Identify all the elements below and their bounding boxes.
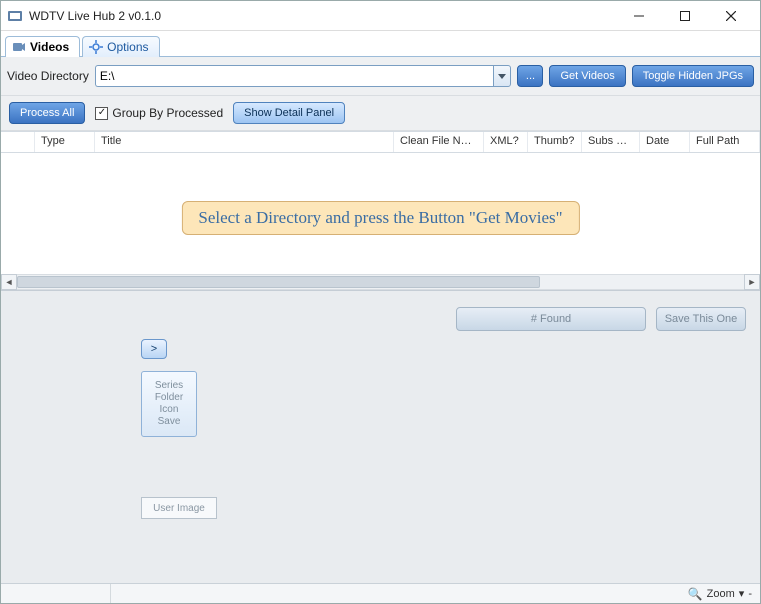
scroll-right-icon[interactable]: ► (744, 274, 760, 290)
process-all-button[interactable]: Process All (9, 102, 85, 124)
status-cell-1 (1, 584, 111, 603)
col-title[interactable]: Title (95, 132, 394, 152)
series-folder-icon-save-button[interactable]: Series Folder Icon Save (141, 371, 197, 437)
tab-options[interactable]: Options (82, 36, 159, 57)
combo-dropdown-button[interactable] (493, 65, 511, 87)
video-grid: Type Title Clean File Name XML? Thumb? S… (1, 131, 760, 291)
close-button[interactable] (708, 1, 754, 31)
app-icon (7, 8, 23, 24)
title-bar: WDTV Live Hub 2 v0.1.0 (1, 1, 760, 31)
toolbar-row: Process All ✓ Group By Processed Show De… (1, 96, 760, 131)
grid-placeholder-banner: Select a Directory and press the Button … (181, 201, 579, 235)
group-by-processed-label: Group By Processed (112, 106, 223, 120)
zoom-icon: 🔍 (688, 587, 703, 601)
zoom-dash: - (748, 588, 752, 600)
show-detail-panel-button[interactable]: Show Detail Panel (233, 102, 345, 124)
col-xml[interactable]: XML? (484, 132, 528, 152)
options-icon (89, 40, 103, 54)
tab-options-label: Options (107, 40, 148, 54)
tab-strip: Videos Options (1, 31, 760, 57)
grid-header: Type Title Clean File Name XML? Thumb? S… (1, 131, 760, 153)
col-full-path[interactable]: Full Path (690, 132, 760, 152)
video-directory-combo[interactable] (95, 65, 512, 87)
scroll-track[interactable] (17, 274, 744, 290)
scroll-thumb[interactable] (17, 276, 540, 288)
status-bar: 🔍 Zoom ▾ - (1, 583, 760, 603)
col-thumb[interactable]: Thumb? (528, 132, 582, 152)
zoom-control[interactable]: 🔍 Zoom ▾ - (680, 587, 760, 601)
col-date[interactable]: Date (640, 132, 690, 152)
minimize-button[interactable] (616, 1, 662, 31)
scroll-left-icon[interactable]: ◄ (1, 274, 17, 290)
group-by-processed-checkbox[interactable]: ✓ Group By Processed (95, 106, 223, 120)
col-clean-file-name[interactable]: Clean File Name (394, 132, 484, 152)
col-subs[interactable]: Subs Pr... (582, 132, 640, 152)
grid-horizontal-scrollbar[interactable]: ◄ ► (1, 274, 760, 290)
toggle-hidden-jpgs-button[interactable]: Toggle Hidden JPGs (632, 65, 754, 87)
tab-videos-label: Videos (30, 40, 69, 54)
zoom-caret-icon: ▾ (739, 587, 745, 600)
videos-icon (12, 40, 26, 54)
col-type[interactable]: Type (35, 132, 95, 152)
user-image-button[interactable]: User Image (141, 497, 217, 519)
detail-panel: # Found Save This One > Series Folder Ic… (1, 291, 760, 603)
col-blank[interactable] (1, 132, 35, 152)
save-this-one-button[interactable]: Save This One (656, 307, 746, 331)
found-count-button[interactable]: # Found (456, 307, 646, 331)
video-directory-label: Video Directory (7, 69, 89, 83)
zoom-label: Zoom (707, 588, 735, 600)
checkbox-icon: ✓ (95, 107, 108, 120)
window-title: WDTV Live Hub 2 v0.1.0 (29, 9, 616, 23)
maximize-button[interactable] (662, 1, 708, 31)
tab-videos[interactable]: Videos (5, 36, 80, 57)
video-directory-input[interactable] (95, 65, 494, 87)
directory-row: Video Directory ... Get Videos Toggle Hi… (1, 57, 760, 96)
thumb-nav-next-button[interactable]: > (141, 339, 167, 359)
browse-button[interactable]: ... (517, 65, 543, 87)
get-videos-button[interactable]: Get Videos (549, 65, 625, 87)
